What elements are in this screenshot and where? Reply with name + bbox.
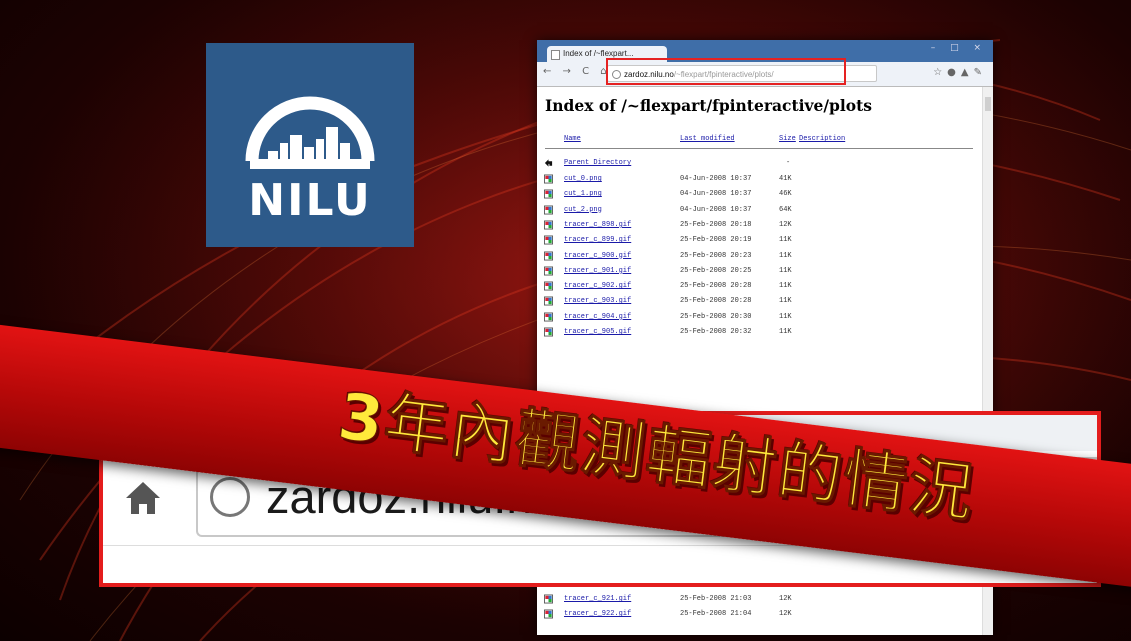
file-size: 41K: [779, 175, 792, 183]
file-name[interactable]: tracer_c_899.gif: [564, 236, 631, 244]
file-modified: 04-Jun-2008 10:37: [680, 190, 752, 199]
file-modified: 04-Jun-2008 10:37: [680, 175, 752, 183]
file-modified: 25-Feb-2008 20:30: [680, 312, 752, 321]
file-name[interactable]: tracer_c_900.gif: [564, 252, 631, 260]
file-name[interactable]: tracer_c_921.gif: [564, 595, 631, 603]
file-modified: 25-Feb-2008 20:19: [680, 236, 752, 245]
column-last-modified[interactable]: Last modified: [680, 135, 735, 143]
file-size: 12K: [779, 220, 792, 229]
image-file-icon: [544, 235, 553, 245]
zoomed-url: zardoz.nilu.no/~flexpart/fpinteractive/p…: [266, 469, 1069, 524]
logo-text: NILU: [248, 175, 372, 226]
scrollbar-thumb[interactable]: [985, 97, 991, 111]
zoomed-tab-strip: flexpart/fpin...: [103, 415, 1097, 451]
image-file-icon: [544, 312, 553, 322]
column-name[interactable]: Name: [564, 135, 581, 143]
file-size: -: [786, 159, 791, 167]
image-file-icon: [544, 251, 553, 260]
file-modified: 25-Feb-2008 20:18: [680, 220, 752, 229]
nav-buttons[interactable]: ← → C ⌂: [543, 66, 611, 77]
file-name[interactable]: tracer_c_902.gif: [564, 282, 631, 290]
file-size: 11K: [779, 251, 792, 260]
file-name[interactable]: tracer_c_905.gif: [564, 328, 631, 336]
globe-icon: [210, 477, 250, 517]
zoomed-url-path: /~flexpart/fpinteractive/pl: [558, 470, 1070, 523]
page-icon: [551, 50, 560, 60]
zoomed-tab-title: flexpart/fpin...: [143, 411, 324, 440]
star-icon[interactable]: ☆: [933, 67, 947, 78]
back-arrow-icon: [544, 159, 553, 167]
nilu-logo: NILU: [206, 43, 414, 247]
zoomed-address-bar-panel: flexpart/fpin... zardoz.nilu.no/~flexpar…: [99, 411, 1101, 587]
file-modified: 25-Feb-2008 20:28: [680, 282, 752, 291]
extension-icon[interactable]: ●: [947, 67, 961, 78]
extension-icons[interactable]: ☆●▲✎: [933, 67, 987, 78]
file-size: 11K: [779, 282, 792, 291]
file-size: 12K: [779, 595, 792, 603]
file-name[interactable]: tracer_c_904.gif: [564, 313, 631, 321]
column-size[interactable]: Size: [779, 135, 796, 143]
page-title: Index of /~flexpart/fpinteractive/plots: [545, 96, 873, 115]
file-modified: 25-Feb-2008 21:03: [680, 595, 752, 603]
file-modified: 25-Feb-2008 21:04: [680, 610, 752, 619]
nav-icons[interactable]: ← → C: [543, 66, 593, 77]
image-file-icon: [544, 220, 553, 230]
image-file-icon: [544, 266, 553, 276]
file-modified: 25-Feb-2008 20:25: [680, 266, 752, 275]
file-name[interactable]: tracer_c_903.gif: [564, 297, 631, 305]
home-icon[interactable]: [123, 478, 163, 518]
image-file-icon: [544, 594, 553, 604]
divider: [103, 545, 1097, 546]
image-file-icon: [544, 296, 553, 306]
image-file-icon: [544, 281, 553, 291]
file-name[interactable]: Parent Directory: [564, 159, 631, 167]
file-modified: 25-Feb-2008 20:23: [680, 251, 752, 260]
file-size: 64K: [779, 205, 792, 214]
file-name[interactable]: tracer_c_898.gif: [564, 221, 631, 229]
zoomed-url-host: zardoz.nilu.no: [266, 470, 559, 523]
file-size: 11K: [779, 328, 792, 336]
file-size: 11K: [779, 236, 792, 245]
file-size: 46K: [779, 190, 792, 199]
file-name[interactable]: cut_2.png: [564, 206, 602, 214]
url-highlight-box: [606, 58, 846, 85]
divider: [545, 148, 973, 149]
image-file-icon: [544, 174, 553, 184]
tab-title: Index of /~flexpart...: [563, 49, 634, 58]
column-description[interactable]: Description: [799, 135, 845, 143]
file-size: 11K: [779, 266, 792, 275]
image-file-icon: [544, 609, 553, 619]
file-name[interactable]: tracer_c_901.gif: [564, 267, 631, 275]
file-size: 11K: [779, 312, 792, 321]
window-controls[interactable]: – □ ×: [931, 43, 987, 53]
file-size: 12K: [779, 610, 792, 619]
zoomed-address-bar[interactable]: zardoz.nilu.no/~flexpart/fpinteractive/p…: [196, 457, 1097, 537]
image-file-icon: [544, 327, 553, 337]
file-name[interactable]: tracer_c_922.gif: [564, 610, 631, 618]
file-size: 11K: [779, 297, 792, 306]
image-file-icon: [544, 189, 553, 199]
file-modified: 25-Feb-2008 20:32: [680, 328, 752, 336]
file-modified: 25-Feb-2008 20:28: [680, 297, 752, 306]
extension-icon[interactable]: ▲: [961, 67, 974, 78]
wrench-icon[interactable]: ✎: [974, 67, 987, 78]
image-file-icon: [544, 205, 553, 215]
file-name[interactable]: cut_0.png: [564, 175, 602, 183]
file-modified: 04-Jun-2008 10:37: [680, 205, 752, 214]
file-name[interactable]: cut_1.png: [564, 190, 602, 198]
page-content: Index of /~flexpart/fpinteractive/plots: [537, 87, 985, 115]
